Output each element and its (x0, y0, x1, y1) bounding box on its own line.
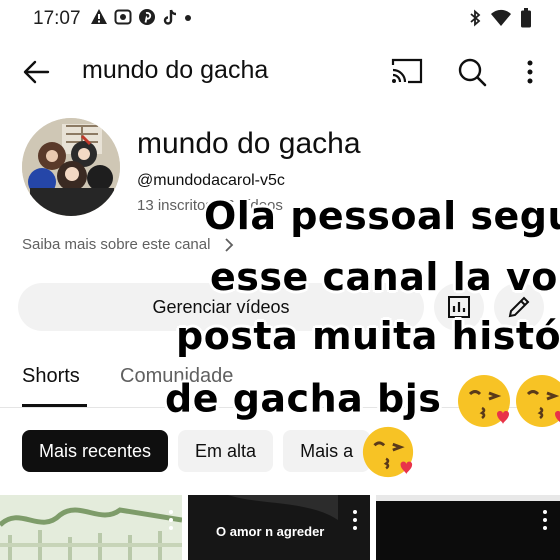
thumbnail-image (0, 495, 182, 560)
chip-label: Mais a (300, 440, 354, 461)
channel-tabs: Shorts Comunidade (0, 356, 560, 408)
chip-trending[interactable]: Em alta (178, 430, 274, 472)
cast-icon[interactable] (390, 56, 424, 86)
chip-oldest[interactable]: Mais a (283, 430, 371, 472)
screen-record-icon (114, 9, 132, 25)
tab-shorts[interactable]: Shorts (22, 365, 80, 388)
status-system-icons (468, 8, 532, 28)
more-vert-icon[interactable] (518, 56, 542, 88)
filter-chips: Mais recentes Em alta Mais a (22, 430, 371, 472)
back-arrow-icon[interactable] (20, 56, 52, 88)
analytics-button[interactable] (434, 283, 484, 331)
search-icon[interactable] (456, 56, 488, 88)
status-bar: 17:07 (0, 0, 560, 36)
more-vert-icon[interactable] (168, 509, 174, 531)
active-tab-indicator (22, 404, 87, 407)
short-thumbnail[interactable]: O amor n agreder (188, 495, 370, 560)
chevron-right-icon (225, 237, 234, 252)
avatar-image (22, 118, 120, 216)
more-about-link[interactable]: Saiba mais sobre este canal (22, 236, 234, 253)
bluetooth-icon (470, 9, 481, 27)
top-app-bar: mundo do gacha (0, 44, 560, 98)
channel-handle: @mundodacarol-v5c (137, 172, 285, 189)
shorts-grid: O amor n agreder (0, 495, 560, 560)
channel-stats: 13 inscritos · 6 vídeos (137, 197, 283, 214)
chip-label: Mais recentes (39, 440, 152, 461)
short-thumbnail[interactable] (0, 495, 182, 560)
analytics-icon (448, 296, 470, 318)
thumbnail-image (376, 495, 560, 560)
edit-channel-button[interactable] (494, 283, 544, 331)
alert-icon (91, 9, 107, 24)
manage-videos-button[interactable]: Gerenciar vídeos (18, 283, 424, 331)
chip-label: Em alta (195, 440, 257, 461)
more-vert-icon[interactable] (542, 509, 548, 531)
pinterest-icon (139, 9, 155, 25)
short-thumbnail[interactable] (376, 495, 560, 560)
dot-icon (185, 15, 191, 21)
edit-pencil-icon (508, 296, 530, 318)
channel-avatar[interactable] (22, 118, 120, 216)
status-time: 17:07 (33, 8, 81, 29)
thumbnail-caption: O amor n agreder (216, 524, 325, 539)
top-bar-title: mundo do gacha (82, 56, 269, 84)
manage-videos-label: Gerenciar vídeos (152, 296, 290, 317)
more-vert-icon[interactable] (352, 509, 358, 531)
wifi-icon (491, 9, 511, 26)
tab-community[interactable]: Comunidade (120, 365, 233, 388)
chip-most-recent[interactable]: Mais recentes (22, 430, 169, 472)
tiktok-icon (163, 9, 177, 25)
status-notification-icons (90, 8, 192, 26)
battery-icon (521, 8, 531, 28)
channel-name: mundo do gacha (137, 127, 361, 160)
more-about-label: Saiba mais sobre este canal (22, 236, 211, 253)
